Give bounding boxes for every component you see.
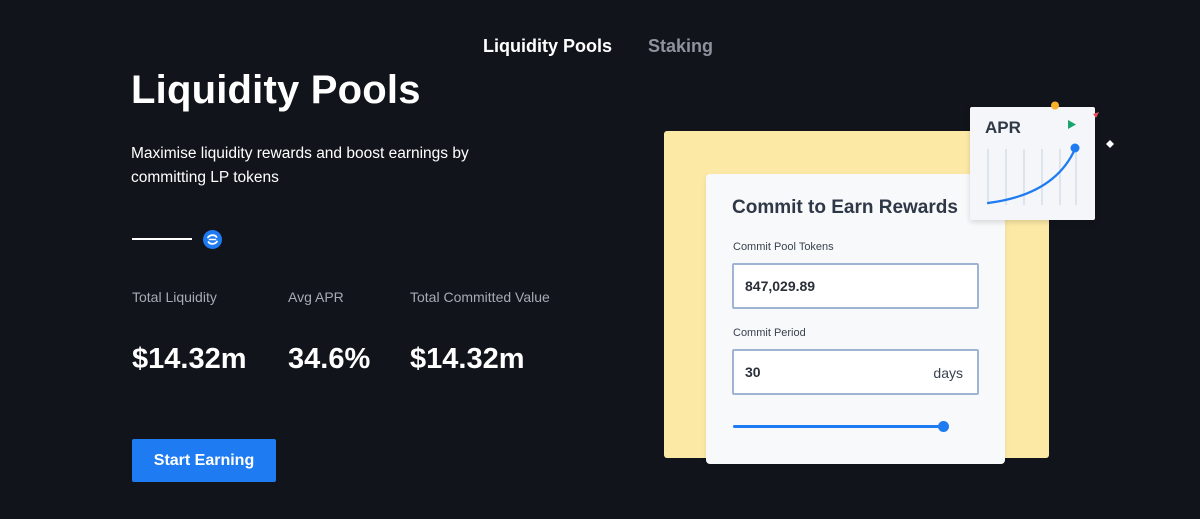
- sparkle-decoration: [1051, 101, 1114, 148]
- period-slider-handle: [938, 421, 949, 432]
- stat-value-total-committed: $14.32m: [410, 343, 525, 375]
- stat-label-avg-apr: Avg APR: [288, 289, 344, 305]
- form-title: Commit to Earn Rewards: [732, 197, 958, 218]
- period-input: 30 days: [732, 349, 979, 395]
- pool-tokens-input: 847,029.89: [732, 263, 979, 309]
- period-value: 30: [745, 364, 761, 380]
- top-nav: Liquidity Pools Staking: [0, 36, 1200, 60]
- period-unit: days: [933, 365, 963, 381]
- tab-staking[interactable]: Staking: [648, 36, 713, 57]
- apr-label: APR: [985, 118, 1021, 137]
- period-slider-track: [733, 425, 943, 428]
- divider: [132, 238, 192, 240]
- page-subtitle: Maximise liquidity rewards and boost ear…: [131, 145, 469, 186]
- stat-value-avg-apr: 34.6%: [288, 343, 371, 375]
- stat-label-total-liquidity: Total Liquidity: [132, 289, 217, 305]
- start-earning-button[interactable]: Start Earning: [132, 439, 276, 482]
- period-label: Commit Period: [733, 327, 806, 339]
- tab-liquidity-pools[interactable]: Liquidity Pools: [483, 36, 612, 57]
- page-title: Liquidity Pools: [131, 68, 421, 112]
- swirl-logo-icon: [203, 230, 222, 249]
- pool-tokens-value: 847,029.89: [745, 278, 816, 294]
- stat-label-total-committed: Total Committed Value: [410, 289, 550, 305]
- pool-tokens-label: Commit Pool Tokens: [733, 241, 834, 253]
- stat-value-total-liquidity: $14.32m: [132, 343, 247, 375]
